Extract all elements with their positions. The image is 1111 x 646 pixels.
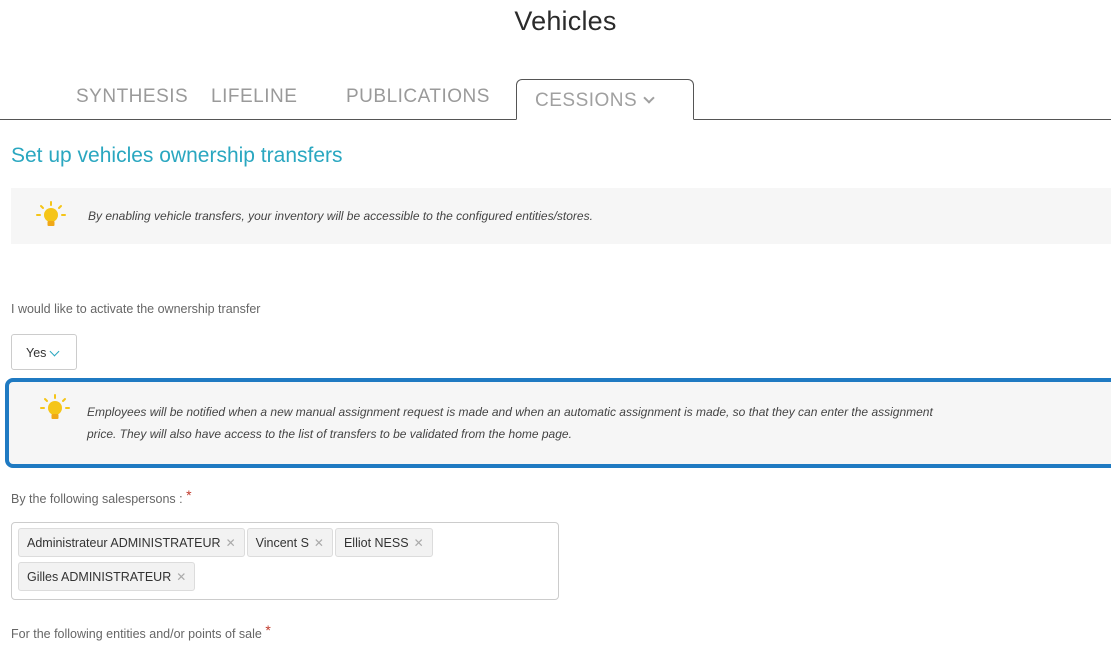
salesperson-tag: Gilles ADMINISTRATEUR ✕ (18, 562, 196, 591)
info-box: By enabling vehicle transfers, your inve… (11, 188, 1111, 244)
tab-publications[interactable]: PUBLICATIONS (346, 86, 490, 108)
salespersons-label: By the following salespersons : * (11, 487, 192, 506)
notice-text-line2: price. They will also have access to the… (87, 427, 572, 441)
page-title: Vehicles (514, 6, 617, 36)
salespersons-multiselect[interactable]: Administrateur ADMINISTRATEUR ✕ Vincent S ✕… (11, 522, 559, 600)
salespersons-label-text: By the following salespersons : (11, 492, 183, 506)
notice-text-line1: Employees will be notified when a new ma… (87, 405, 933, 419)
tag-label: Vincent S (255, 536, 309, 550)
info-text: By enabling vehicle transfers, your inve… (88, 209, 593, 223)
tag-label: Administrateur ADMINISTRATEUR (27, 536, 221, 550)
required-mark: * (186, 487, 192, 503)
tab-bar: SYNTHESIS LIFELINE PUBLICATIONS CESSIONS (0, 78, 1111, 122)
remove-tag-icon[interactable]: ✕ (414, 536, 424, 550)
notice-box: Employees will be notified when a new ma… (5, 378, 1111, 468)
entities-label-text: For the following entities and/or points… (11, 627, 262, 641)
section-title: Set up vehicles ownership transfers (11, 144, 343, 167)
activation-label: I would like to activate the ownership t… (11, 302, 261, 316)
activation-value: Yes (26, 346, 47, 360)
salesperson-tag: Administrateur ADMINISTRATEUR ✕ (18, 528, 245, 557)
tab-cessions[interactable]: CESSIONS (516, 79, 694, 120)
lightbulb-icon (40, 394, 70, 419)
salesperson-tag: Vincent S ✕ (246, 528, 333, 557)
remove-tag-icon[interactable]: ✕ (176, 570, 186, 584)
activation-select[interactable]: Yes (11, 334, 77, 370)
salesperson-tag: Elliot NESS ✕ (334, 528, 433, 557)
tag-label: Elliot NESS (343, 536, 409, 550)
remove-tag-icon[interactable]: ✕ (226, 536, 236, 550)
tab-cessions-label: CESSIONS (535, 90, 638, 111)
chevron-down-icon (49, 346, 60, 357)
tab-synthesis[interactable]: SYNTHESIS (76, 86, 188, 108)
tab-lifeline[interactable]: LIFELINE (211, 86, 297, 108)
entities-label: For the following entities and/or points… (11, 622, 271, 641)
lightbulb-icon (36, 201, 66, 226)
required-mark: * (265, 622, 271, 638)
tag-label: Gilles ADMINISTRATEUR (27, 570, 172, 584)
chevron-down-icon (643, 92, 655, 104)
remove-tag-icon[interactable]: ✕ (314, 536, 324, 550)
